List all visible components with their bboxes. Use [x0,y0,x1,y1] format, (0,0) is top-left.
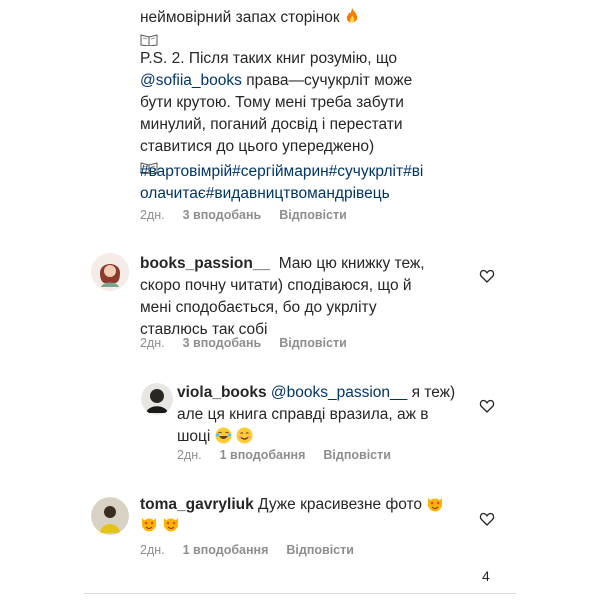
timestamp: 2дн. [177,448,202,462]
heart-eyes-cat-icon [140,515,158,539]
likes-count[interactable]: 1 вподобання [183,543,269,557]
likes-count[interactable]: 3 вподобань [183,208,262,222]
likes-count[interactable]: 1 вподобання [220,448,306,462]
comment-1-meta: 2дн. 3 вподобань Відповісти [140,208,347,222]
comment-3-meta: 2дн. 1 вподобання Відповісти [177,448,391,462]
timestamp: 2дн. [140,208,165,222]
reply-button[interactable]: Відповісти [323,448,391,462]
comment-2-line-1: books_passion__ Маю цю книжку теж, [140,255,425,272]
comment-1-line-5: ставитися до цього упереджено) [140,138,375,155]
comment-2-line-3: мені сподобається, бо до укрліту [140,299,377,316]
heart-eyes-cat-icon [162,515,180,539]
reply-button[interactable]: Відповісти [279,208,347,222]
mention-link[interactable]: @books_passion__ [271,384,407,401]
username[interactable]: toma_gavryliuk [140,496,254,513]
reply-button[interactable]: Відповісти [279,336,347,350]
avatar[interactable] [141,383,173,415]
comment-1-line-4: минулий, поганий досвід і перестати [140,116,403,133]
comment-3-line-1: viola_books @books_passion__ я теж) [177,384,456,401]
mention-link[interactable]: @sofiia_books [140,72,242,89]
comment-1-line-3: бути крутою. Тому мені треба забути [140,94,404,111]
hashtags-line-2[interactable]: олачитає#видавництвомандрівець [140,183,390,205]
heart-eyes-cat-icon [426,495,444,519]
comment-1-line-1: неймовірний запах сторінок [140,7,360,32]
comment-4-line-2 [140,514,180,539]
comment-1-mention-line: @sofiia_books права—сучукрліт може [140,72,413,89]
comment-1-ps-line: P.S. 2. Після таких книг розумію, що [140,50,398,67]
comment-4-meta: 2дн. 1 вподобання Відповісти [140,543,354,557]
hashtags-line-1[interactable]: #вартовімрій#сергіймарин#сучукрліт#ві [140,161,423,183]
heart-icon[interactable] [479,398,495,414]
avatar[interactable] [91,497,129,535]
page-number: 4 [482,568,490,584]
comment-2-meta: 2дн. 3 вподобань Відповісти [140,336,347,350]
comment-4-line-1: toma_gavryliuk Дуже красивезне фото [140,494,444,519]
timestamp: 2дн. [140,336,165,350]
comment-3-line-2: але ця книга справді вразила, аж в [177,406,429,423]
heart-icon[interactable] [479,268,495,284]
avatar[interactable] [91,253,129,291]
likes-count[interactable]: 3 вподобань [183,336,262,350]
timestamp: 2дн. [140,543,165,557]
username[interactable]: books_passion__ [140,255,270,272]
reply-button[interactable]: Відповісти [286,543,354,557]
fire-icon [344,7,360,32]
heart-icon[interactable] [479,511,495,527]
comment-2-line-2: скоро почну читати) сподіваюся, що й [140,277,412,294]
username[interactable]: viola_books [177,384,267,401]
